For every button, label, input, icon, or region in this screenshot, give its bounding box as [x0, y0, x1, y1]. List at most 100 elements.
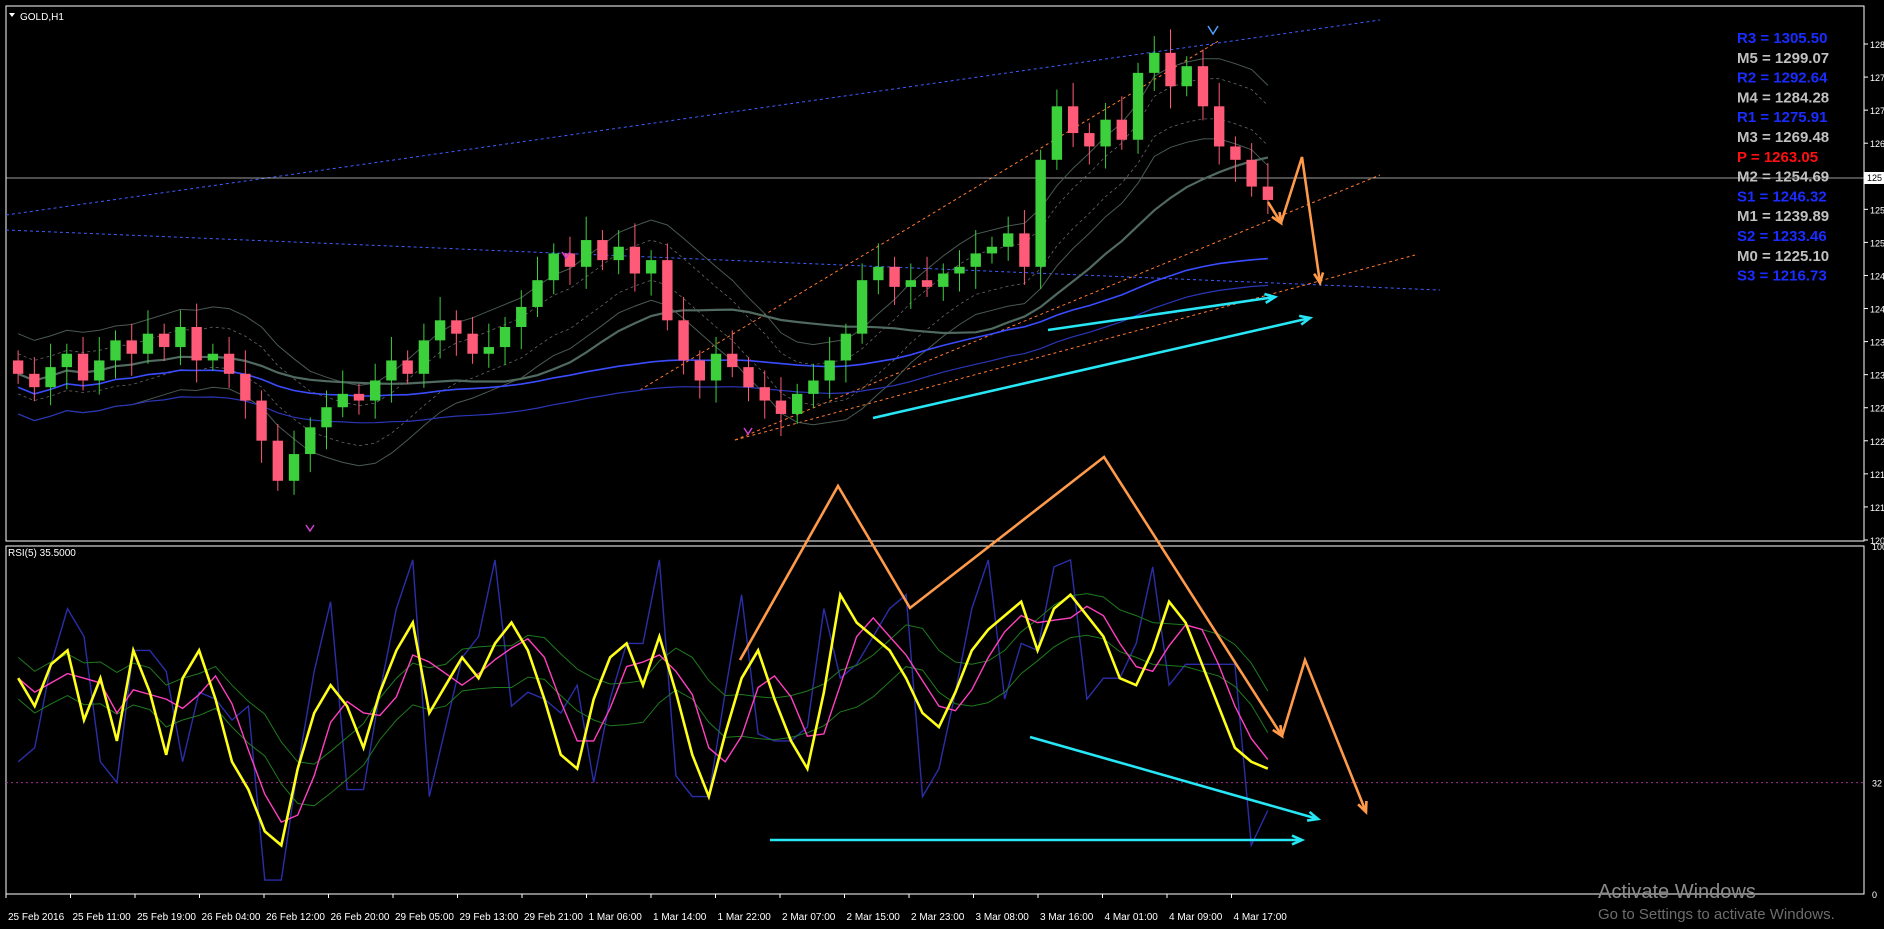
candle: [743, 357, 754, 402]
pivot-m0: M0 = 1225.10: [1737, 248, 1829, 265]
price-tick-label: 121: [1870, 470, 1884, 480]
pivot-m3: M3 = 1269.48: [1737, 129, 1829, 146]
candle: [824, 337, 835, 399]
candle-body: [12, 360, 24, 374]
candle-body: [191, 327, 202, 361]
candle: [938, 263, 949, 301]
candle: [1019, 209, 1030, 285]
candle: [840, 323, 852, 383]
pivot-m5: M5 = 1299.07: [1737, 50, 1829, 67]
pivot-m1: M1 = 1239.89: [1737, 208, 1829, 225]
candle-body: [678, 320, 689, 361]
time-tick-label: 25 Feb 11:00: [73, 912, 132, 923]
candle-body: [694, 360, 706, 381]
candle: [954, 250, 965, 292]
fractal-high-icon: [1207, 25, 1219, 36]
candle: [256, 390, 267, 463]
rsi-tick-label: 32: [1872, 779, 1882, 789]
rsi-pane-frame: [5, 545, 1865, 895]
candle: [662, 243, 673, 331]
candle: [1165, 29, 1176, 109]
candle: [288, 430, 300, 495]
candle-body: [1002, 233, 1014, 247]
candle-body: [921, 280, 933, 287]
candle: [597, 230, 608, 271]
candle: [921, 256, 933, 297]
candle: [564, 236, 576, 285]
time-tick-label: 2 Mar 07:00: [782, 912, 836, 923]
pivot-levels-table: R3 = 1305.50 M5 = 1299.07 R2 = 1292.64 M4 =…: [1737, 30, 1829, 285]
symbol-label: GOLD,H1: [20, 12, 64, 23]
candle: [402, 350, 413, 384]
candle: [272, 423, 284, 491]
candle: [29, 357, 40, 402]
candle-body: [110, 340, 121, 361]
candle: [45, 343, 56, 406]
candle-body: [337, 393, 348, 408]
candle-body: [321, 407, 332, 428]
candle: [580, 216, 592, 289]
candle: [694, 350, 706, 399]
candle-body: [1035, 159, 1046, 267]
candle-body: [1051, 106, 1063, 160]
cyan-arrow-rsi-flat: [770, 834, 1306, 846]
candle-body: [1213, 106, 1225, 147]
candle-body: [142, 333, 154, 354]
price-pane[interactable]: GOLD,H1: [5, 5, 1865, 542]
candle-body: [369, 380, 381, 401]
candle: [353, 383, 365, 415]
candle: [613, 230, 624, 275]
candle-body: [207, 353, 219, 361]
candle: [1084, 123, 1095, 165]
candle-body: [743, 367, 754, 388]
candle: [970, 230, 981, 289]
time-tick-label: 29 Feb 21:00: [524, 912, 583, 923]
candle-body: [1019, 233, 1030, 267]
candle-body: [970, 253, 981, 267]
rsi-tick-label: 100: [1872, 542, 1884, 552]
candle: [1035, 149, 1046, 289]
candle: [629, 223, 641, 292]
time-tick-label: 4 Mar 09:00: [1169, 912, 1223, 923]
candle: [337, 370, 348, 418]
candle: [532, 256, 543, 317]
price-tick-label: 122: [1870, 437, 1884, 447]
time-tick-label: 3 Mar 08:00: [976, 912, 1030, 923]
candle: [126, 323, 137, 376]
candle-body: [905, 280, 917, 287]
time-tick-label: 29 Feb 05:00: [395, 912, 454, 923]
candle-body: [223, 353, 235, 374]
candle: [873, 243, 884, 295]
orange-projection-rsi: [1280, 656, 1368, 815]
candle-body: [597, 240, 608, 261]
candle: [1116, 96, 1128, 150]
price-tick-label: 123: [1870, 338, 1884, 348]
current-price-label: 125: [1867, 173, 1882, 183]
candle-body: [1230, 146, 1241, 160]
candle: [1051, 89, 1063, 170]
pivot-r2: R2 = 1292.64: [1737, 70, 1828, 87]
candle-body: [840, 333, 852, 361]
candle-body: [402, 360, 413, 374]
pivot-s1: S1 = 1246.32: [1737, 188, 1827, 205]
candle-body: [1262, 186, 1274, 200]
orange-zigzag-rsi: [738, 455, 1284, 739]
candle-body: [613, 246, 624, 261]
activate-windows-title: Activate Windows: [1598, 881, 1756, 903]
pivot-s2: S2 = 1233.46: [1737, 228, 1827, 245]
candle-body: [759, 387, 770, 401]
candle: [1181, 56, 1192, 97]
fractal-low-icon: [743, 427, 753, 436]
pivot-m2: M2 = 1254.69: [1737, 169, 1829, 186]
price-tick-label: 126: [1870, 139, 1884, 149]
orange-arrow-price-2-path: [1279, 156, 1322, 284]
time-tick-label: 25 Feb 2016: [8, 912, 65, 923]
time-tick-label: 2 Mar 15:00: [847, 912, 901, 923]
candle: [986, 236, 998, 264]
candle-body: [1181, 66, 1192, 87]
candle-body: [1116, 119, 1128, 140]
candle: [775, 377, 787, 437]
candle-body: [727, 353, 738, 368]
rsi-pane[interactable]: RSI(5) 35.5000: [5, 545, 1865, 895]
time-tick-label: 4 Mar 17:00: [1234, 912, 1288, 923]
